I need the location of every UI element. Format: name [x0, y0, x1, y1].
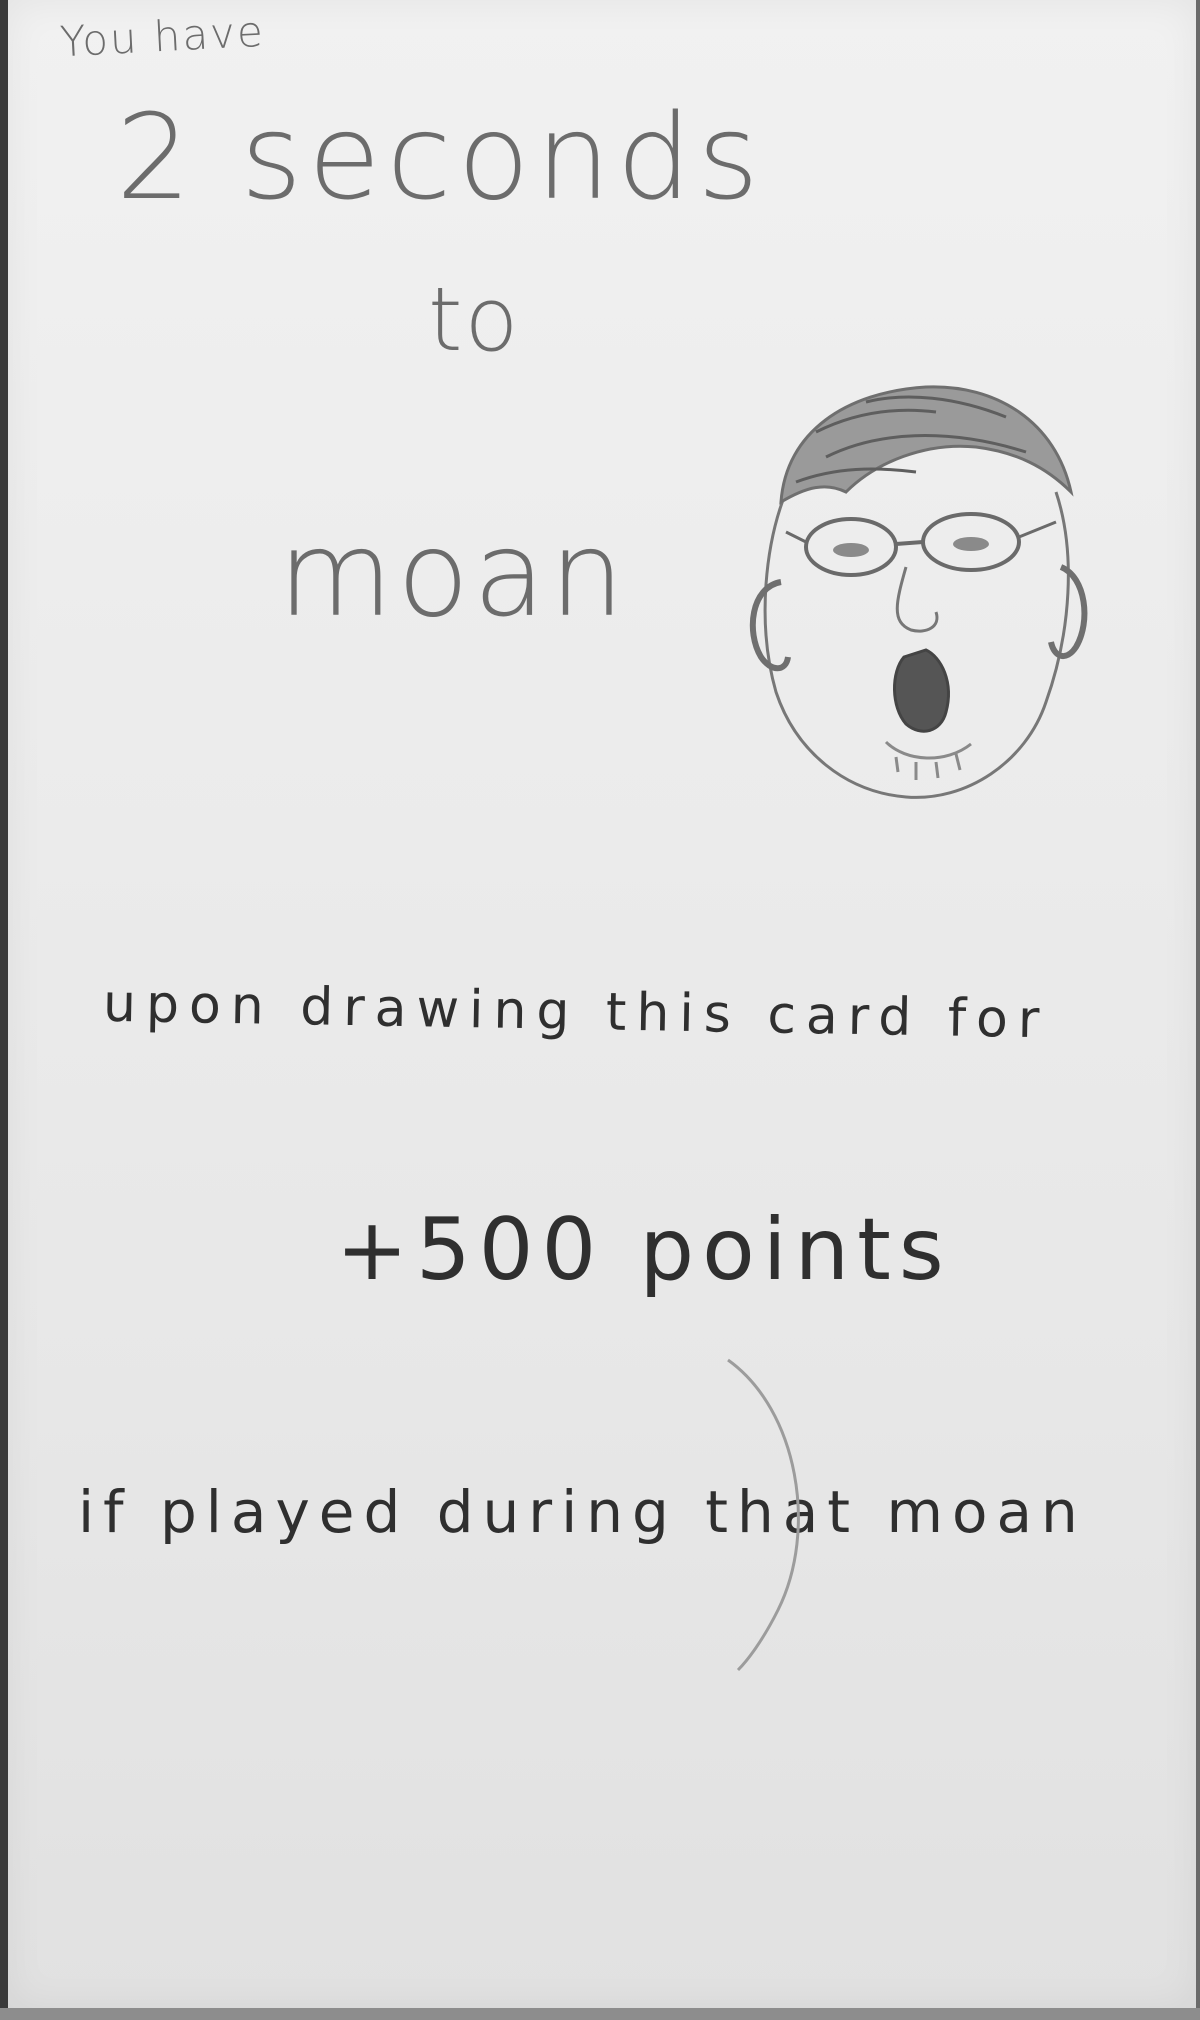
card-photo: You have 2 seconds to moan upon drawing …	[0, 0, 1200, 2020]
action-text: moan	[278, 505, 629, 643]
card-bottom-edge	[0, 2008, 1200, 2020]
index-card: You have 2 seconds to moan upon drawing …	[8, 0, 1196, 2008]
play-condition-text: if played during that moan	[78, 1478, 1087, 1546]
moaning-face-sketch-icon	[749, 385, 1088, 799]
to-text: to	[428, 268, 521, 371]
time-limit-text: 2 seconds	[116, 88, 765, 226]
points-text: +500 points	[336, 1200, 952, 1300]
pencil-stroke	[727, 1358, 800, 1672]
draw-condition-text: upon drawing this card for	[102, 973, 1050, 1051]
intro-text: You have	[58, 6, 266, 67]
table-edge	[0, 0, 8, 2020]
